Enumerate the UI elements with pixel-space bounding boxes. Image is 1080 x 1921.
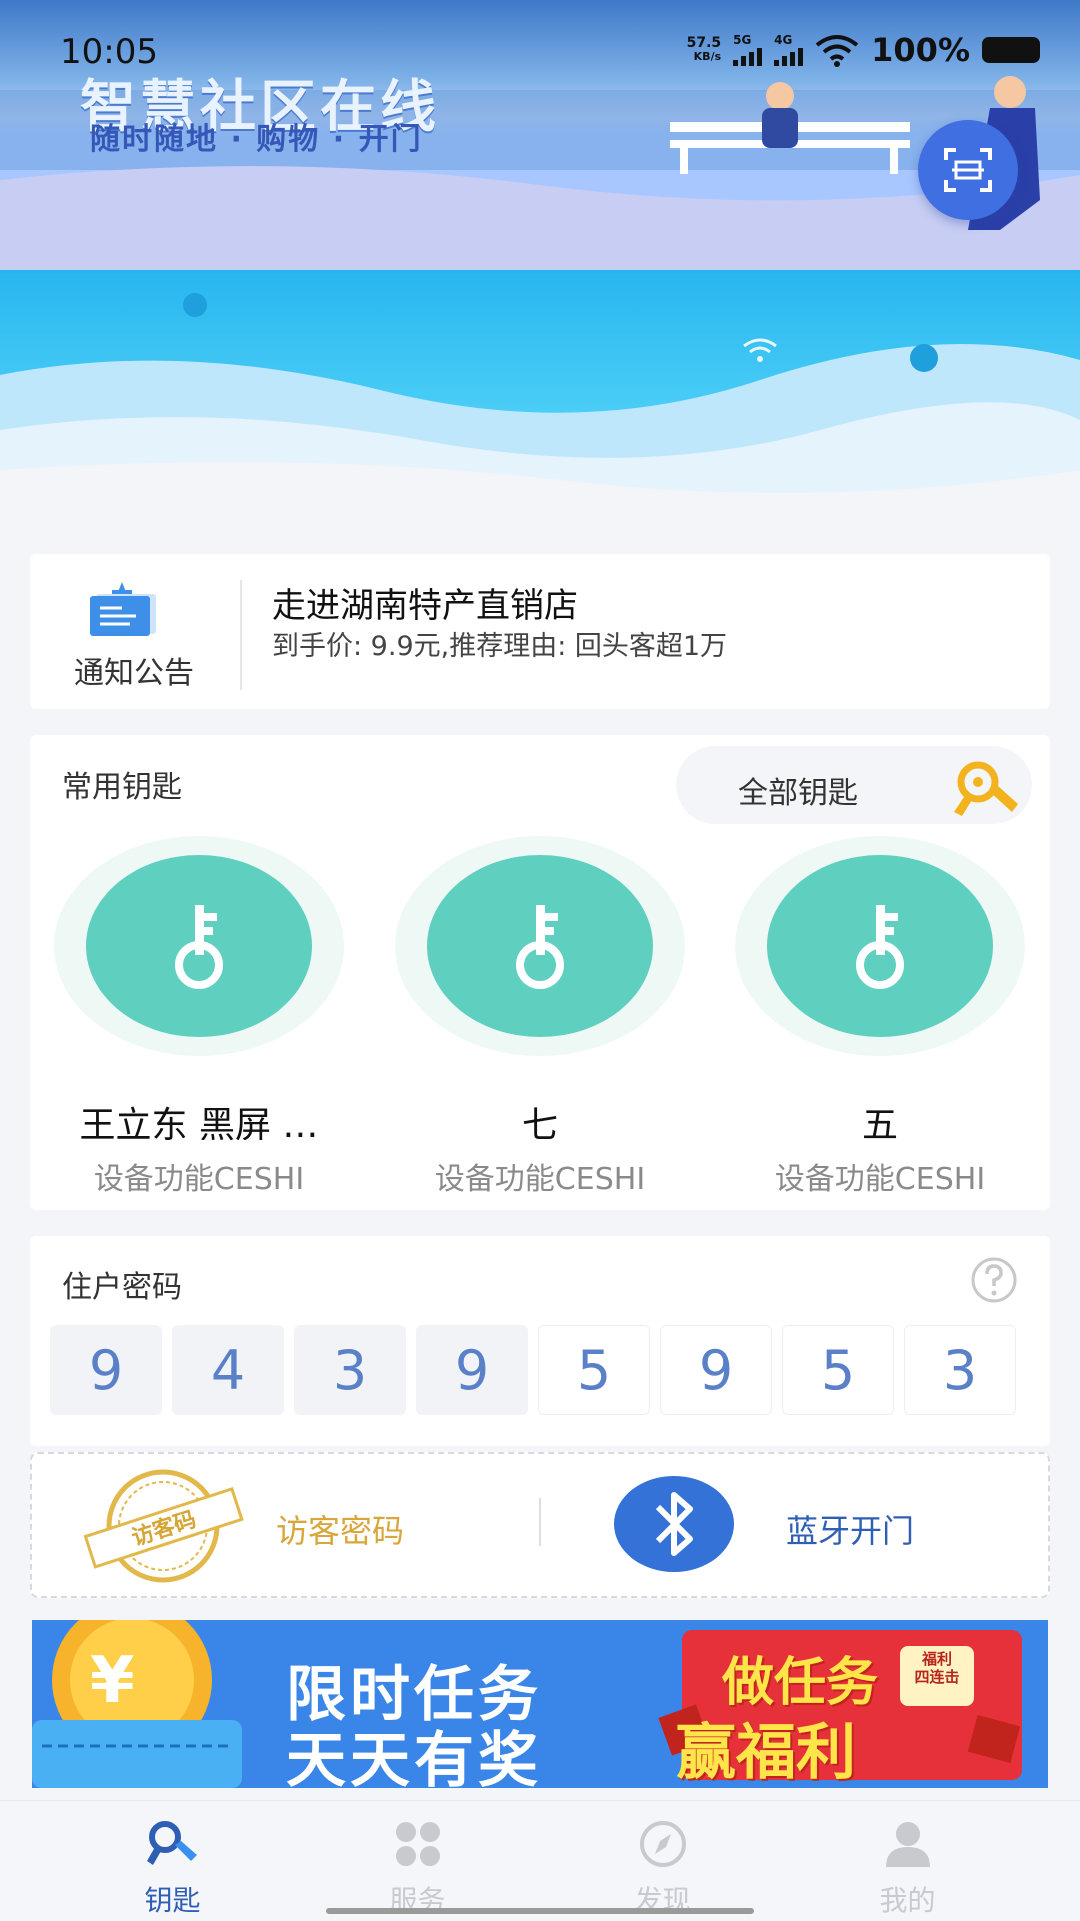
promo-line2: 天天有奖 <box>286 1726 542 1796</box>
bluetooth-open-label[interactable]: 蓝牙开门 <box>786 1506 914 1552</box>
key-circle[interactable] <box>427 855 653 1037</box>
battery-icon <box>982 37 1040 63</box>
key-item[interactable]: 七 设备功能CESHI <box>370 836 710 1198</box>
all-keys-label[interactable]: 全部钥匙 <box>738 768 858 812</box>
password-digit: 3 <box>294 1325 406 1415</box>
password-digits: 9 4 3 9 5 9 5 3 <box>50 1325 1016 1415</box>
key-device: 设备功能CESHI <box>434 1162 646 1197</box>
key-device: 设备功能CESHI <box>93 1162 305 1197</box>
bottom-tab-bar: 钥匙 服务 发现 我的 <box>0 1800 1080 1921</box>
tab-discover[interactable]: 发现 <box>540 1819 785 1919</box>
tab-keys[interactable]: 钥匙 <box>50 1819 295 1919</box>
network-speed-value: 57.5 <box>686 35 722 51</box>
section-title: 住户密码 <box>62 1270 182 1305</box>
key-device: 设备功能CESHI <box>774 1162 986 1197</box>
sim2-label: 4G <box>774 33 793 47</box>
signal-bars-icon <box>733 46 763 66</box>
promo-badge-line1: 福利 <box>921 1650 952 1668</box>
key-item[interactable]: 五 设备功能CESHI <box>710 836 1050 1198</box>
key-icon <box>146 1821 197 1865</box>
signal-4g: 4G <box>774 33 804 66</box>
password-digit: 4 <box>172 1325 284 1415</box>
status-time: 10:05 <box>60 32 158 72</box>
section-title: 常用钥匙 <box>62 770 182 805</box>
grid-icon <box>395 1822 440 1866</box>
password-digit: 9 <box>416 1325 528 1415</box>
notice-label: 通知公告 <box>74 656 194 691</box>
key-item[interactable]: 王立东 黑屏 … 设备功能CESHI <box>29 836 369 1198</box>
password-digit: 5 <box>538 1325 650 1415</box>
wifi-icon <box>740 336 780 370</box>
notice-title[interactable]: 走进湖南特产直销店 <box>272 578 578 627</box>
tab-label: 钥匙 <box>144 1884 201 1917</box>
notice-description: 到手价: 9.9元,推荐理由: 回头客超1万 <box>272 631 728 662</box>
status-bar: 10:05 57.5 KB/s 5G 4G 100% <box>0 0 1080 100</box>
scan-icon <box>944 148 992 192</box>
key-circle[interactable] <box>767 855 993 1037</box>
key-name: 七 <box>521 1105 558 1140</box>
promo-right-line2: 赢福利 <box>676 1718 856 1788</box>
signal-5g: 5G <box>733 33 763 66</box>
key-button[interactable] <box>54 836 344 1056</box>
password-digit: 9 <box>50 1325 162 1415</box>
megaphone-icon <box>82 580 162 646</box>
promo-badge-line2: 四连击 <box>914 1668 960 1686</box>
key-icon <box>175 905 223 989</box>
keys-icon[interactable] <box>952 758 1022 822</box>
visitor-password-button[interactable]: 访客密码 <box>276 1506 404 1552</box>
wifi-status-icon <box>815 35 859 67</box>
bluetooth-icon <box>655 1492 693 1556</box>
user-icon <box>885 1822 930 1867</box>
key-button[interactable] <box>395 836 685 1056</box>
bluetooth-button[interactable] <box>614 1476 734 1572</box>
key-name: 王立东 黑屏 … <box>79 1105 319 1140</box>
network-speed-unit: KB/s <box>693 50 722 63</box>
help-icon[interactable] <box>970 1256 1018 1308</box>
tab-label: 我的 <box>879 1884 936 1917</box>
compass-icon <box>639 1821 686 1867</box>
key-icon <box>856 905 904 989</box>
key-name: 五 <box>861 1105 898 1140</box>
tab-me[interactable]: 我的 <box>785 1819 1030 1919</box>
signal-bars-icon <box>774 46 804 66</box>
password-digit: 5 <box>782 1325 894 1415</box>
yuan-icon: ¥ <box>90 1644 135 1718</box>
home-indicator[interactable] <box>326 1908 754 1914</box>
network-speed: 57.5 KB/s <box>687 36 722 64</box>
tab-services[interactable]: 服务 <box>295 1819 540 1919</box>
promo-badge: 福利 四连击 <box>900 1646 974 1706</box>
divider <box>539 1498 541 1546</box>
key-circle[interactable] <box>86 855 312 1037</box>
password-digit: 9 <box>660 1325 772 1415</box>
banner-subtitle: 随时随地 · 购物 · 开门 <box>90 122 423 157</box>
scan-button[interactable] <box>918 120 1018 220</box>
divider <box>240 580 242 690</box>
password-digit: 3 <box>904 1325 1016 1415</box>
key-button[interactable] <box>735 836 1025 1056</box>
sim1-label: 5G <box>733 33 752 47</box>
key-icon <box>516 905 564 989</box>
visitor-stamp-icon[interactable]: 访客码 <box>78 1466 248 1590</box>
battery-percent: 100% <box>871 31 970 69</box>
